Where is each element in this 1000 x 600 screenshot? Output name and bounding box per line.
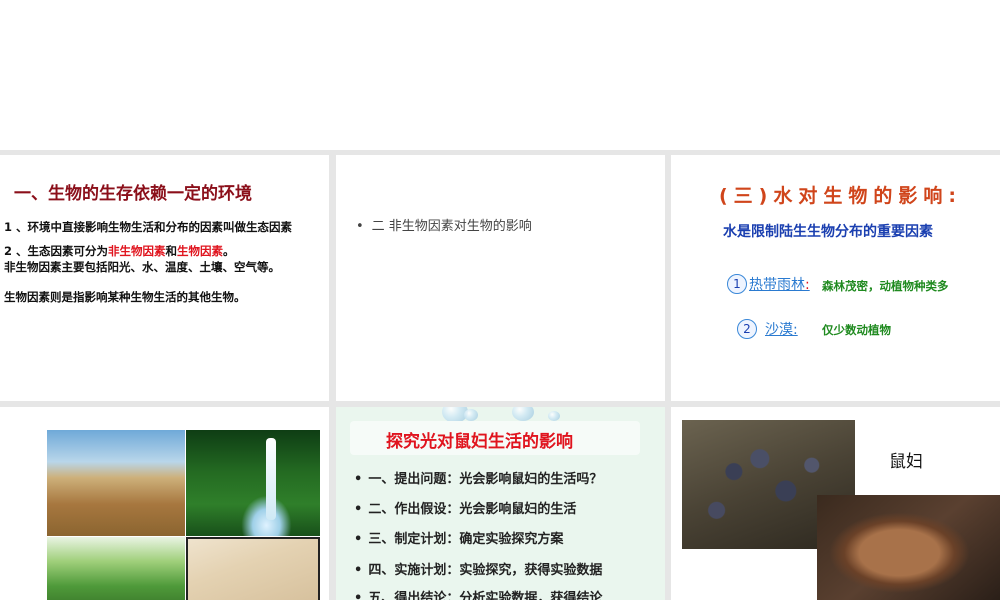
bullet-dot: •	[356, 219, 364, 234]
slide-3-title: (三)水对生物的影响:	[719, 185, 962, 207]
line-1-text: 1 、环境中直接影响生物生活和分布的因素叫做生态因素	[4, 220, 293, 234]
slide-2-bullet-text: 二 非生物因素对生物的影响	[371, 219, 532, 234]
bullet-dot: •	[354, 502, 363, 517]
biotic-factor-term: 生物因素	[177, 244, 224, 258]
rainforest-desc: 森林茂密，动植物种类多	[822, 279, 949, 293]
desert-term-text: 沙漠	[765, 322, 793, 338]
step-1-text: 一、提出问题：光会影响鼠妇的生活吗？	[368, 472, 603, 487]
desert-sep: :	[793, 322, 798, 338]
slide-1-thumbnail[interactable]: 一、生物的生存依赖一定的环境 1 、环境中直接影响生物生活和分布的因素叫做生态因…	[0, 155, 329, 401]
slide-2-bullet: • 二 非生物因素对生物的影响	[356, 215, 532, 234]
slide-1-line-3: 非生物因素主要包括阳光、水、温度、土壤、空气等。	[4, 260, 280, 274]
desert-desc: 仅少数动植物	[822, 323, 891, 337]
slide-1-title: 一、生物的生存依赖一定的环境	[14, 184, 252, 204]
rainforest-sep: :	[805, 277, 810, 293]
slide-5-title: 探究光对鼠妇生活的影响	[386, 432, 573, 452]
slide-4-thumbnail[interactable]	[0, 407, 329, 600]
forest-photo	[47, 537, 185, 600]
slide-1-line-1: 1 、环境中直接影响生物生活和分布的因素叫做生态因素	[4, 219, 292, 235]
step-item-4: • 四、实施计划：实验探究，获得实验数据	[354, 559, 602, 578]
step-item-2: • 二、作出假设：光会影响鼠妇的生活	[354, 498, 576, 517]
bullet-dot: •	[354, 591, 363, 600]
waterfall-stream	[266, 438, 276, 520]
number-circle-1: 1	[727, 274, 747, 294]
slide-3-thumbnail[interactable]: (三)水对生物的影响: 水是限制陆生生物分布的重要因素 1 热带雨林: 森林茂密…	[671, 155, 1000, 401]
step-item-3: • 三、制定计划：确定实验探究方案	[354, 528, 563, 547]
line-2-pre: 2 、生态因素可分为	[4, 244, 109, 258]
slide-2-thumbnail[interactable]: • 二 非生物因素对生物的影响	[336, 155, 665, 401]
bubble-decoration	[548, 411, 560, 421]
woodlouse-label: 鼠妇	[889, 452, 923, 472]
step-5-text: 五、得出结论：分析实验数据，获得结论	[368, 591, 603, 600]
step-4-text: 四、实施计划：实验探究，获得实验数据	[368, 563, 603, 578]
step-item-5: • 五、得出结论：分析实验数据，获得结论	[354, 587, 602, 600]
rainforest-term: 热带雨林:	[749, 274, 810, 294]
slide-1-line-4: 生物因素则是指影响某种生物生活的其他生物。	[4, 290, 246, 304]
number-circle-2: 2	[737, 319, 757, 339]
line-2-mid: 和	[165, 244, 178, 258]
slide-6-thumbnail[interactable]: 鼠妇	[671, 407, 1000, 600]
sand-dune-photo	[186, 537, 320, 600]
slide-5-thumbnail[interactable]: 探究光对鼠妇生活的影响 • 一、提出问题：光会影响鼠妇的生活吗？ • 二、作出假设：…	[336, 407, 665, 600]
slide-3-subtitle: 水是限制陆生生物分布的重要因素	[723, 224, 933, 240]
bullet-dot: •	[354, 532, 363, 547]
desert-photo	[47, 430, 185, 536]
abiotic-factor-term: 非生物因素	[108, 244, 166, 258]
waterfall-photo	[186, 430, 320, 536]
bubble-decoration	[512, 407, 534, 421]
step-2-text: 二、作出假设：光会影响鼠妇的生活	[368, 502, 577, 517]
line-2-post: 。	[223, 244, 235, 258]
step-item-1: • 一、提出问题：光会影响鼠妇的生活吗？	[354, 468, 602, 487]
bullet-dot: •	[354, 563, 363, 578]
step-3-text: 三、制定计划：确定实验探究方案	[368, 532, 564, 547]
rainforest-term-text: 热带雨林	[749, 277, 805, 293]
bubble-decoration	[464, 409, 478, 421]
slide-1-line-2: 2 、生态因素可分为非生物因素和生物因素。	[4, 243, 235, 259]
woodlouse-closeup-photo	[817, 495, 1000, 600]
desert-term: 沙漠:	[765, 319, 798, 339]
bullet-dot: •	[354, 472, 363, 487]
